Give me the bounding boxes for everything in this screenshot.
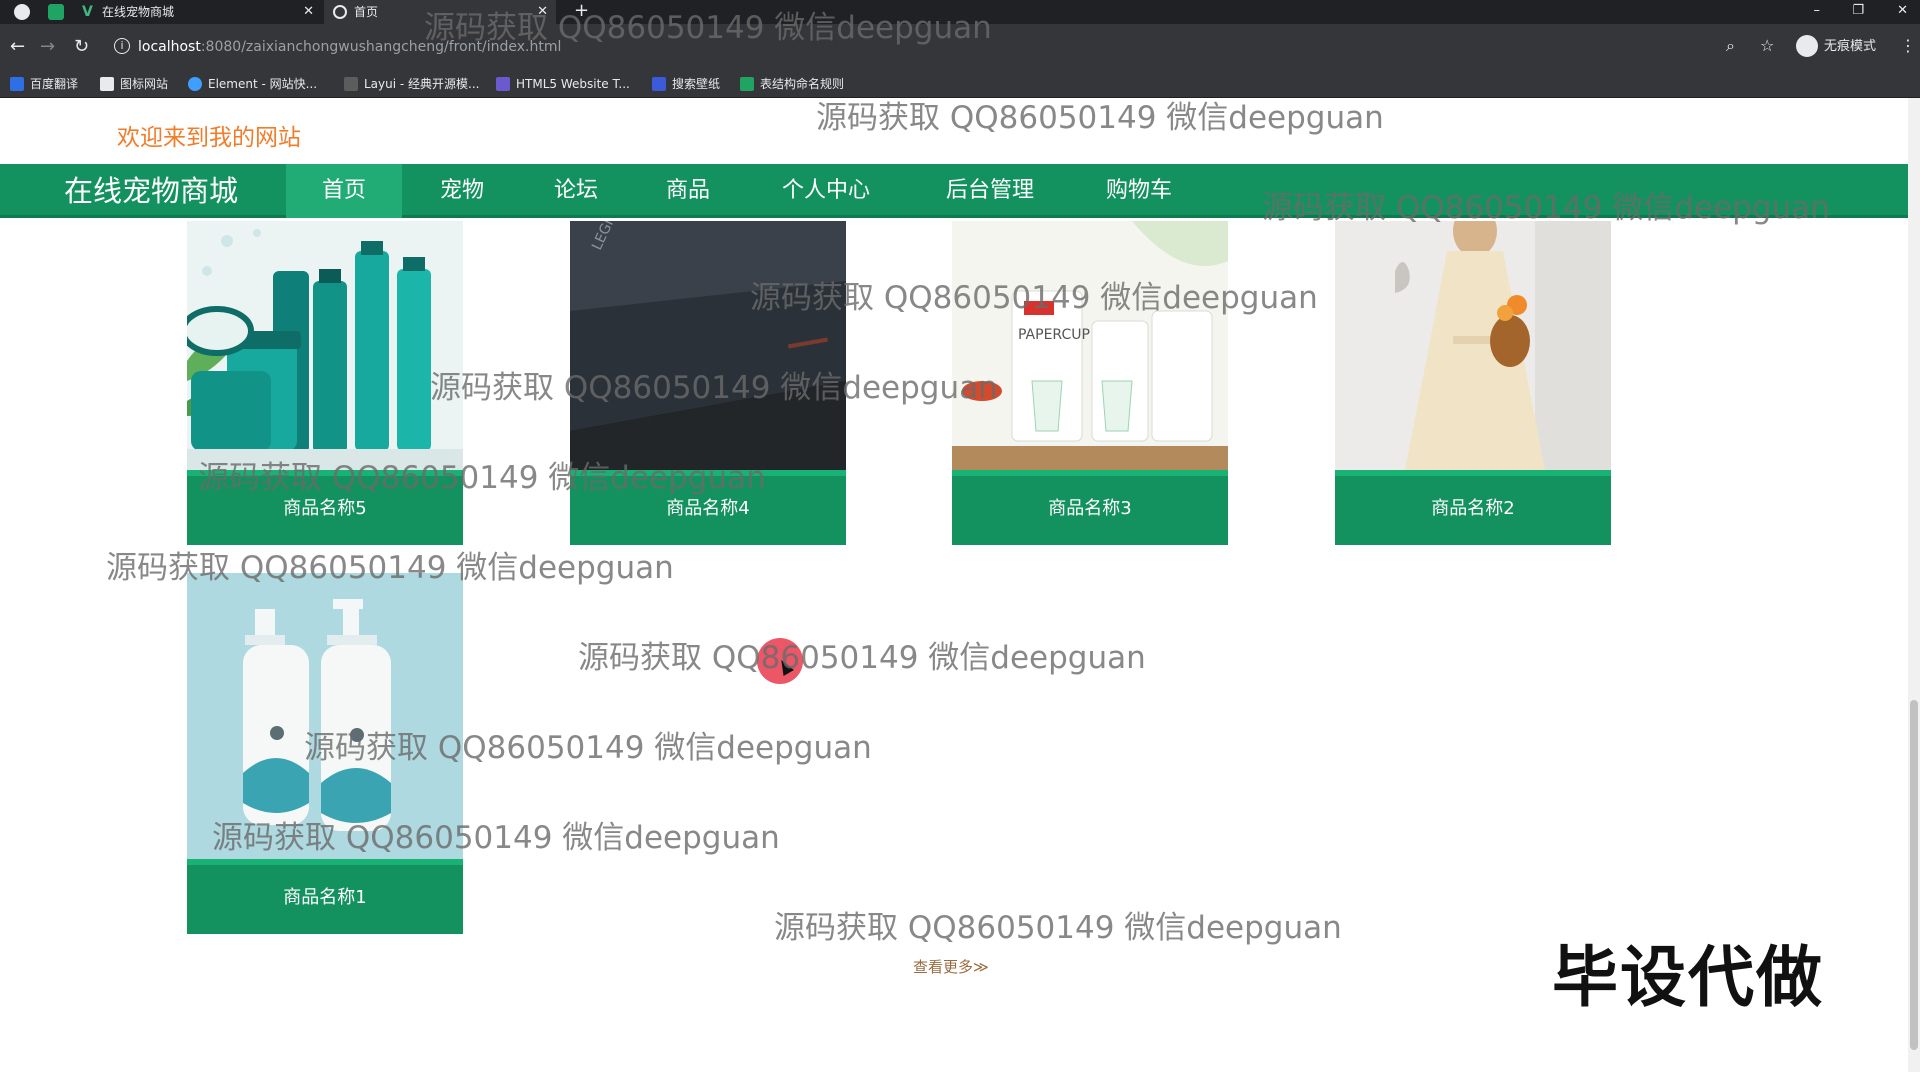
- zoom-icon[interactable]: ⌕: [1726, 36, 1735, 56]
- product-image-skincare[interactable]: [187, 221, 463, 470]
- cursor-arrow-icon: [776, 657, 794, 676]
- back-icon[interactable]: ←: [10, 36, 25, 58]
- globe-icon: [333, 5, 347, 19]
- nav-products[interactable]: 商品: [634, 164, 742, 221]
- site-info-icon[interactable]: i: [114, 38, 130, 54]
- translate-icon: [10, 76, 24, 91]
- product-image-laptop[interactable]: LEGION: [570, 221, 846, 470]
- restore-icon[interactable]: ❐: [1852, 0, 1864, 22]
- tab-label: 首页: [354, 5, 379, 19]
- nav-home[interactable]: 首页: [286, 164, 402, 221]
- site-brand[interactable]: 在线宠物商城: [64, 164, 238, 218]
- extension-icon[interactable]: [48, 4, 64, 20]
- bookmark-item[interactable]: 搜索壁纸: [652, 70, 720, 98]
- page-content: 欢迎来到我的网站 在线宠物商城 首页 宠物 论坛 商品 个人中心 后台管理 购物…: [0, 98, 1920, 1072]
- nav-cart[interactable]: 购物车: [1074, 164, 1204, 221]
- bookmark-item[interactable]: 表结构命名规则: [740, 70, 844, 98]
- url-text[interactable]: localhost:8080/zaixianchongwushangcheng/…: [138, 33, 561, 61]
- bookmark-item[interactable]: Layui - 经典开源模...: [344, 70, 479, 98]
- new-tab-button[interactable]: +: [574, 0, 589, 22]
- bookmarks-bar: 百度翻译 图标网站 Element - 网站快... Layui - 经典开源模…: [0, 70, 1920, 98]
- view-more-link[interactable]: 查看更多≫: [913, 956, 989, 977]
- welcome-text: 欢迎来到我的网站: [117, 125, 301, 151]
- v-logo-icon: V: [82, 4, 93, 20]
- profile-label: 无痕模式: [1824, 39, 1877, 54]
- product-name[interactable]: 商品名称1: [187, 859, 463, 934]
- nav-admin[interactable]: 后台管理: [910, 164, 1070, 221]
- table-icon: [740, 76, 754, 91]
- svg-text:PAPERCUP: PAPERCUP: [1018, 327, 1090, 343]
- product-image-dress[interactable]: [1335, 221, 1611, 470]
- reload-icon[interactable]: ↻: [74, 36, 89, 58]
- mouse-cursor-highlight: [757, 638, 803, 684]
- product-card[interactable]: 商品名称5: [187, 221, 463, 545]
- product-image-paper-cups[interactable]: PAPERCUP: [952, 221, 1228, 470]
- element-icon: [188, 76, 202, 91]
- product-image-shampoo[interactable]: [187, 573, 463, 859]
- bookmark-item[interactable]: HTML5 Website T...: [496, 70, 630, 98]
- bookmark-item[interactable]: 百度翻译: [10, 70, 78, 98]
- product-card[interactable]: 商品名称2: [1335, 221, 1611, 545]
- product-name[interactable]: 商品名称4: [570, 470, 846, 545]
- page-scrollbar[interactable]: [1908, 98, 1920, 1072]
- close-window-icon[interactable]: ✕: [1897, 0, 1908, 22]
- tab-shop[interactable]: V 在线宠物商城 ✕: [72, 0, 322, 24]
- menu-kebab-icon[interactable]: ⋮: [1900, 36, 1916, 55]
- layui-icon: [344, 76, 358, 91]
- flag-icon: [100, 76, 114, 91]
- tab-home[interactable]: 首页 ✕: [324, 0, 556, 24]
- product-name[interactable]: 商品名称2: [1335, 470, 1611, 545]
- product-card[interactable]: 商品名称1: [187, 573, 463, 934]
- browser-tab-bar: V 在线宠物商城 ✕ 首页 ✕ + – ❐ ✕: [0, 0, 1920, 24]
- scrollbar-thumb[interactable]: [1910, 700, 1918, 1050]
- site-navbar: 在线宠物商城 首页 宠物 论坛 商品 个人中心 后台管理 购物车: [0, 164, 1908, 221]
- promo-overlay-text: 毕设代做: [1552, 939, 1824, 1016]
- close-tab-icon[interactable]: ✕: [303, 0, 314, 24]
- forward-icon[interactable]: →: [40, 36, 55, 58]
- nav-pets[interactable]: 宠物: [406, 164, 518, 221]
- address-bar-row: ← → ↻ i localhost:8080/zaixianchongwusha…: [0, 24, 1920, 70]
- bookmark-star-icon[interactable]: ☆: [1760, 36, 1774, 55]
- nav-profile[interactable]: 个人中心: [746, 164, 906, 221]
- bookmark-item[interactable]: Element - 网站快...: [188, 70, 317, 98]
- product-name[interactable]: 商品名称3: [952, 470, 1228, 545]
- bookmark-item[interactable]: 图标网站: [100, 70, 168, 98]
- product-card[interactable]: PAPERCUP 商品名称3: [952, 221, 1228, 545]
- browser-logo-icon: [14, 4, 30, 20]
- close-tab-icon[interactable]: ✕: [537, 0, 548, 24]
- product-card[interactable]: LEGION 商品名称4: [570, 221, 846, 545]
- tab-label: 在线宠物商城: [102, 5, 175, 19]
- product-name[interactable]: 商品名称5: [187, 470, 463, 545]
- address-field[interactable]: i localhost:8080/zaixianchongwushangchen…: [108, 33, 1788, 61]
- minimize-icon[interactable]: –: [1814, 0, 1821, 22]
- wallpaper-icon: [652, 76, 666, 91]
- incognito-profile[interactable]: 无痕模式: [1796, 34, 1876, 60]
- incognito-icon: [1796, 34, 1818, 57]
- html5-icon: [496, 76, 510, 91]
- nav-forum[interactable]: 论坛: [522, 164, 630, 221]
